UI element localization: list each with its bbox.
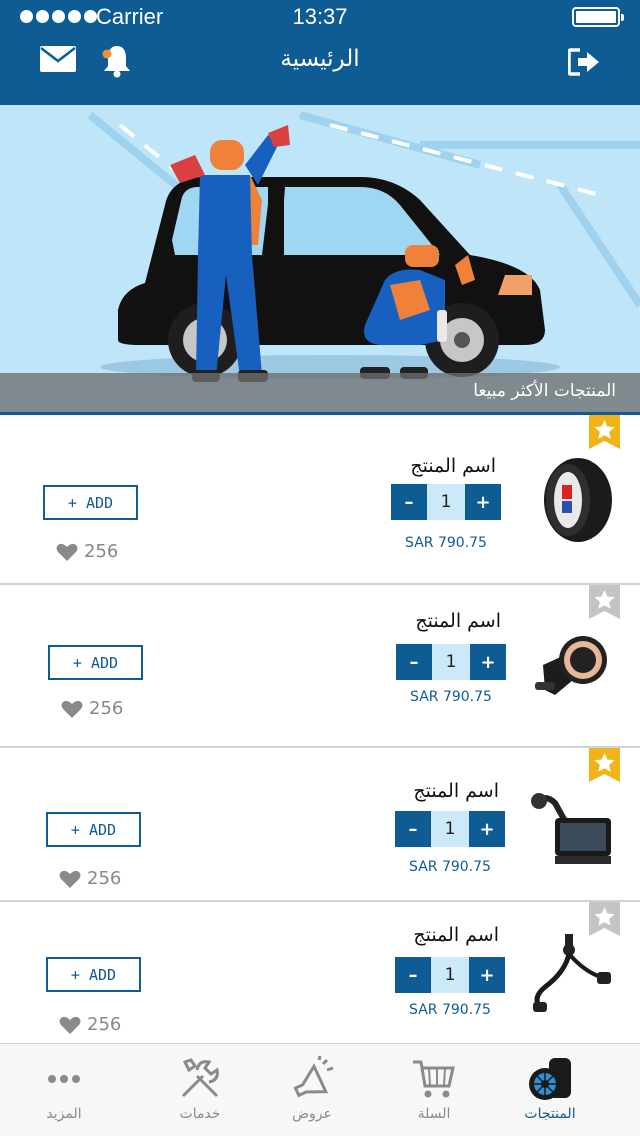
likes-count[interactable]: 256 [59, 868, 121, 889]
tab-offers[interactable]: عروض [248, 1044, 376, 1136]
hero-banner[interactable]: المنتجات الأكثر مبيعا [0, 105, 640, 413]
product-row[interactable]: اسم المنتج – 1 + SAR 790.75 + ADD 256 [0, 415, 640, 585]
product-price: SAR 790.75 [409, 859, 491, 875]
quantity-stepper[interactable]: – 1 + [391, 484, 501, 520]
heart-icon [61, 700, 83, 718]
quantity-value: 1 [431, 957, 469, 993]
star-icon[interactable] [589, 902, 620, 936]
gps-device-product-image [531, 793, 611, 864]
increment-button[interactable]: + [470, 644, 506, 680]
decrement-button[interactable]: – [395, 811, 431, 847]
heart-icon [59, 870, 81, 888]
decrement-button[interactable]: – [391, 484, 427, 520]
likes-count[interactable]: 256 [59, 1014, 121, 1035]
product-row[interactable]: اسم المنتج – 1 + SAR 790.75 + ADD 256 [0, 585, 640, 748]
likes-count[interactable]: 256 [56, 541, 118, 562]
logout-icon[interactable] [568, 48, 600, 76]
tab-label: عروض [292, 1106, 332, 1122]
product-name: اسم المنتج [410, 455, 496, 477]
tab-products[interactable]: المنتجات [486, 1044, 614, 1136]
battery-icon [572, 7, 624, 27]
car-wash-illustration [87, 111, 640, 382]
likes-value: 256 [87, 868, 122, 889]
increment-button[interactable]: + [469, 811, 505, 847]
product-price: SAR 790.75 [405, 535, 487, 551]
star-icon[interactable] [589, 585, 620, 619]
tab-label: المنتجات [524, 1106, 576, 1122]
increment-button[interactable]: + [469, 957, 505, 993]
tire-product-image [544, 458, 612, 542]
tires-icon [529, 1058, 571, 1100]
quantity-value: 1 [431, 811, 469, 847]
tools-icon [181, 1058, 219, 1098]
quantity-stepper[interactable]: – 1 + [396, 644, 506, 680]
product-row[interactable]: اسم المنتج – 1 + SAR 790.75 + ADD 256 [0, 902, 640, 1043]
product-price: SAR 790.75 [410, 689, 492, 705]
megaphone-icon [293, 1056, 334, 1098]
add-to-cart-button[interactable]: + ADD [46, 957, 141, 992]
tab-more[interactable]: المزيد [0, 1044, 128, 1136]
likes-count[interactable]: 256 [61, 698, 123, 719]
product-price: SAR 790.75 [409, 1002, 491, 1018]
tab-cart[interactable]: السلة [370, 1044, 498, 1136]
quantity-stepper[interactable]: – 1 + [395, 811, 505, 847]
quantity-value: 1 [432, 644, 470, 680]
add-to-cart-button[interactable]: + ADD [46, 812, 141, 847]
tab-label: السلة [417, 1106, 451, 1122]
tab-label: خدمات [179, 1106, 221, 1122]
quantity-value: 1 [427, 484, 465, 520]
product-name: اسم المنتج [413, 924, 499, 946]
decrement-button[interactable]: – [396, 644, 432, 680]
page-title: الرئيسية [280, 46, 360, 72]
likes-value: 256 [89, 698, 124, 719]
mount-product-image [533, 934, 611, 1012]
app-header: Carrier 13:37 الرئيسية [0, 0, 640, 105]
increment-button[interactable]: + [465, 484, 501, 520]
bottom-tab-bar: المزيد خدمات عروض السلة المنتجات [0, 1043, 640, 1136]
status-bar: Carrier 13:37 [0, 0, 640, 36]
product-name: اسم المنتج [413, 780, 499, 802]
more-icon [48, 1075, 80, 1083]
star-icon[interactable] [589, 748, 620, 782]
phone-holder-product-image [535, 636, 607, 695]
tab-label: المزيد [46, 1106, 82, 1122]
quantity-stepper[interactable]: – 1 + [395, 957, 505, 993]
likes-value: 256 [87, 1014, 122, 1035]
add-to-cart-button[interactable]: + ADD [43, 485, 138, 520]
add-to-cart-button[interactable]: + ADD [48, 645, 143, 680]
product-list[interactable]: اسم المنتج – 1 + SAR 790.75 + ADD 256 اس… [0, 415, 640, 1043]
heart-icon [59, 1016, 81, 1034]
cart-icon [413, 1060, 455, 1098]
hero-caption: المنتجات الأكثر مبيعا [0, 373, 640, 413]
product-name: اسم المنتج [415, 610, 501, 632]
decrement-button[interactable]: – [395, 957, 431, 993]
tab-services[interactable]: خدمات [136, 1044, 264, 1136]
star-icon[interactable] [589, 415, 620, 449]
clock: 13:37 [292, 4, 348, 29]
likes-value: 256 [84, 541, 119, 562]
heart-icon [56, 543, 78, 561]
product-row[interactable]: اسم المنتج – 1 + SAR 790.75 + ADD 256 [0, 748, 640, 902]
